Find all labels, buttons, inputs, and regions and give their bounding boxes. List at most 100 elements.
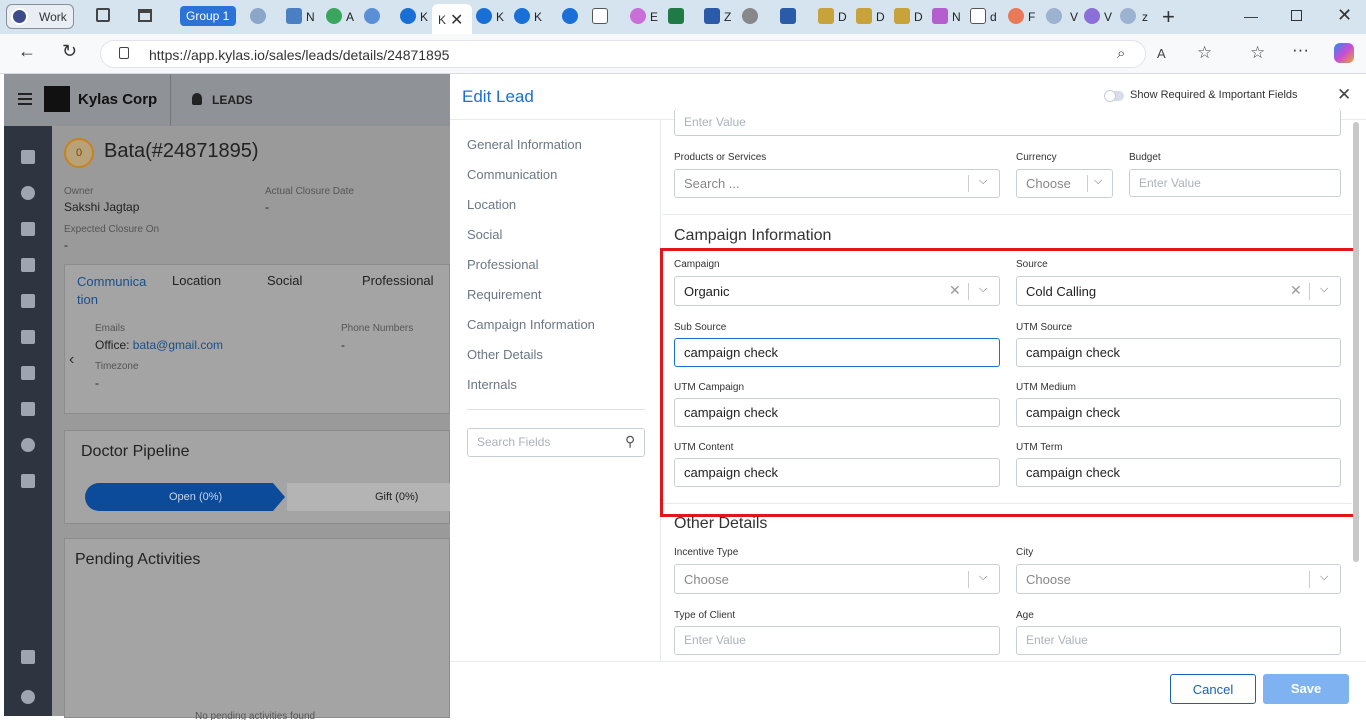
products-select[interactable]: Search ... ⌵ xyxy=(674,169,1000,198)
back-icon[interactable]: ← xyxy=(18,41,36,62)
dashboard-icon[interactable] xyxy=(21,150,35,164)
outlook-tab-icon[interactable] xyxy=(286,8,302,24)
utm-term-input[interactable]: campaign check xyxy=(1016,458,1341,487)
tab-label[interactable]: D xyxy=(838,10,847,24)
copilot-tab-icon[interactable] xyxy=(630,8,646,24)
required-fields-toggle[interactable] xyxy=(1104,90,1124,102)
tab-actions-icon[interactable] xyxy=(138,9,152,22)
chevron-down-icon[interactable]: ⌵ xyxy=(979,283,987,296)
tab-professional[interactable]: Professional xyxy=(362,273,434,288)
kylas-tab-icon[interactable] xyxy=(364,8,380,24)
tab-label[interactable]: K xyxy=(496,10,504,24)
deals-icon[interactable] xyxy=(21,222,35,236)
clear-source-icon[interactable]: ✕ xyxy=(1290,282,1302,299)
tab-label[interactable]: z xyxy=(1142,10,1148,24)
age-input[interactable]: Enter Value xyxy=(1016,626,1341,655)
reports-icon[interactable] xyxy=(21,474,35,488)
chatgpt-tab-icon[interactable] xyxy=(742,8,758,24)
zoom-icon[interactable]: ⌕ xyxy=(1117,45,1125,62)
kylas-tab-icon[interactable] xyxy=(400,8,416,24)
chevron-down-icon[interactable]: ⌵ xyxy=(1320,571,1328,584)
search-tab-icon[interactable] xyxy=(1120,8,1136,24)
type-of-client-input[interactable]: Enter Value xyxy=(674,626,1000,655)
kylas-tab-icon[interactable] xyxy=(562,8,578,24)
kylas-tab-icon[interactable] xyxy=(250,8,266,24)
document-tab-icon[interactable] xyxy=(970,8,986,24)
more-menu-icon[interactable]: ··· xyxy=(1292,40,1309,60)
companies-icon[interactable] xyxy=(21,294,35,308)
app-tab-icon[interactable] xyxy=(1084,8,1100,24)
nav-location[interactable]: Location xyxy=(467,197,516,212)
utm-content-input[interactable]: campaign check xyxy=(674,458,1000,487)
tab-location[interactable]: Location xyxy=(172,273,221,288)
tab-label[interactable]: V xyxy=(1070,10,1078,24)
word-tab-icon[interactable] xyxy=(704,8,720,24)
favorites-icon[interactable]: ☆ xyxy=(1250,43,1265,63)
nav-professional[interactable]: Professional xyxy=(467,257,539,272)
tab-label[interactable]: Z xyxy=(724,10,731,24)
tab-label[interactable]: D xyxy=(914,10,923,24)
clear-campaign-icon[interactable]: ✕ xyxy=(949,282,961,299)
contacts-icon[interactable] xyxy=(21,258,35,272)
close-modal-icon[interactable]: ✕ xyxy=(1337,85,1351,105)
search-fields-input[interactable]: Search Fields ⚲ xyxy=(467,428,645,457)
incentive-type-select[interactable]: Choose ⌵ xyxy=(674,564,1000,594)
modal-scrollbar[interactable] xyxy=(1353,122,1359,562)
clipboard-icon[interactable] xyxy=(21,330,35,344)
nav-requirement[interactable]: Requirement xyxy=(467,287,541,302)
save-button[interactable]: Save xyxy=(1263,674,1349,704)
url-field[interactable]: https://app.kylas.io/sales/leads/details… xyxy=(100,40,1212,68)
minimize-icon[interactable]: — xyxy=(1244,8,1258,24)
close-window-icon[interactable]: ✕ xyxy=(1337,5,1352,26)
app-tab-icon[interactable] xyxy=(818,8,834,24)
currency-select[interactable]: Choose ⌵ xyxy=(1016,169,1113,198)
utm-source-input[interactable]: campaign check xyxy=(1016,338,1341,367)
campaign-select[interactable]: Organic ✕ ⌵ xyxy=(674,276,1000,306)
document-tab-icon[interactable] xyxy=(592,8,608,24)
tab-label[interactable]: d xyxy=(990,10,997,24)
app-tab-icon[interactable] xyxy=(326,8,342,24)
tab-label[interactable]: K xyxy=(534,10,542,24)
nav-campaign-information[interactable]: Campaign Information xyxy=(467,317,595,332)
excel-tab-icon[interactable] xyxy=(668,8,684,24)
close-tab-icon[interactable]: ✕ xyxy=(450,10,463,30)
favorite-star-icon[interactable]: ☆ xyxy=(1197,43,1212,63)
cancel-button[interactable]: Cancel xyxy=(1170,674,1256,704)
hamburger-icon[interactable] xyxy=(18,93,32,95)
pipeline-stage-gift[interactable]: Gift (0%) xyxy=(287,483,451,511)
calls-icon[interactable] xyxy=(21,438,35,452)
kylas-tab-icon[interactable] xyxy=(476,8,492,24)
chevron-down-icon[interactable]: ⌵ xyxy=(979,175,987,188)
copilot-icon[interactable] xyxy=(1334,43,1354,63)
tab-label[interactable]: F xyxy=(1028,10,1035,24)
nav-general-information[interactable]: General Information xyxy=(467,137,582,152)
tab-label[interactable]: D xyxy=(876,10,885,24)
tab-group-label[interactable]: Group 1 xyxy=(180,6,236,26)
utm-campaign-input[interactable]: campaign check xyxy=(674,398,1000,427)
chevron-down-icon[interactable]: ⌵ xyxy=(1320,283,1328,296)
chevron-down-icon[interactable]: ⌵ xyxy=(979,571,987,584)
nav-internals[interactable]: Internals xyxy=(467,377,517,392)
app-tab-icon[interactable] xyxy=(894,8,910,24)
word-tab-icon[interactable] xyxy=(780,8,796,24)
chevron-left-icon[interactable]: ‹ xyxy=(69,351,74,369)
leads-icon[interactable] xyxy=(21,186,35,200)
calendar-icon[interactable] xyxy=(21,402,35,416)
chevron-down-icon[interactable]: ⌵ xyxy=(1094,175,1102,188)
tab-label[interactable]: V xyxy=(1104,10,1112,24)
read-aloud-icon[interactable]: A xyxy=(1157,46,1166,61)
tab-label[interactable]: E xyxy=(650,10,658,24)
sub-source-input[interactable]: campaign check xyxy=(674,338,1000,367)
top-value-field[interactable]: Enter Value xyxy=(674,109,1341,136)
tab-communication[interactable]: Communica tion xyxy=(77,273,147,309)
tab-label[interactable]: K xyxy=(420,10,428,24)
email-link[interactable]: bata@gmail.com xyxy=(133,338,223,352)
profile-button[interactable]: Work xyxy=(6,4,74,29)
apps-grid-icon[interactable] xyxy=(21,650,35,664)
restore-icon[interactable] xyxy=(1291,10,1302,21)
nav-other-details[interactable]: Other Details xyxy=(467,347,543,362)
pipeline-stage-open[interactable]: Open (0%) xyxy=(85,483,285,511)
app-tab-icon[interactable] xyxy=(932,8,948,24)
kylas-tab-icon[interactable] xyxy=(514,8,530,24)
tasks-icon[interactable] xyxy=(21,366,35,380)
